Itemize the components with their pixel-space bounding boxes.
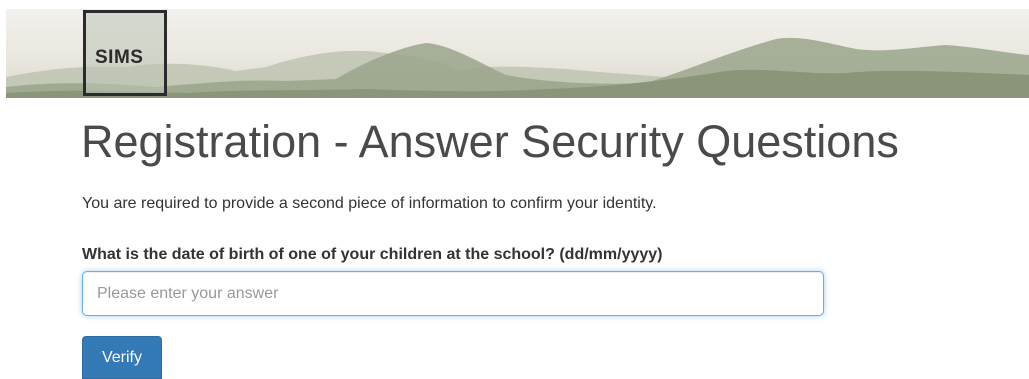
sims-logo: SIMS (83, 10, 167, 96)
verify-button[interactable]: Verify (82, 336, 162, 379)
page-title: Registration - Answer Security Questions (81, 116, 899, 167)
security-question-label: What is the date of birth of one of your… (82, 246, 663, 263)
intro-text: You are required to provide a second pie… (82, 195, 657, 212)
security-answer-input[interactable] (82, 271, 824, 316)
logo-text: SIMS (95, 47, 144, 68)
